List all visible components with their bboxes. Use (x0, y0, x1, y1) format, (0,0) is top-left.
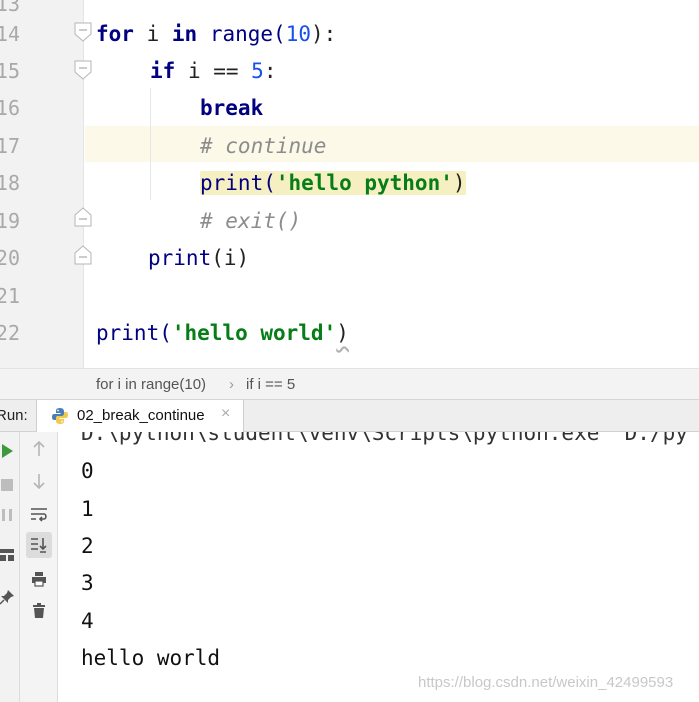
code-editor[interactable]: 13 14 15 16 17 18 19 20 21 22 for i in r… (0, 0, 699, 368)
console-output-line: 2 (81, 534, 94, 558)
current-line-highlight (85, 126, 699, 162)
run-console-toolbar (20, 432, 58, 702)
line-number: 13 (0, 0, 20, 16)
console-output-line: 4 (81, 609, 94, 633)
line-number: 16 (0, 96, 20, 120)
play-icon (0, 443, 14, 459)
console-output-line: 3 (81, 571, 94, 595)
code-line-15[interactable]: if i == 5: (150, 57, 276, 85)
line-number: 22 (0, 321, 20, 345)
line-number: 17 (0, 134, 20, 158)
soft-wrap-button[interactable] (26, 502, 52, 528)
code-token: print( (96, 321, 172, 345)
fold-open-icon[interactable] (74, 60, 92, 80)
stop-button[interactable] (0, 472, 20, 498)
code-token: print( (200, 171, 276, 195)
clear-all-button[interactable] (26, 598, 52, 624)
rerun-button[interactable] (0, 438, 20, 464)
run-primary-toolbar (0, 432, 20, 702)
close-tab-icon[interactable]: × (221, 405, 230, 423)
run-tab[interactable]: 02_break_continue × (36, 400, 244, 432)
breadcrumb: for i in range(10) › if i == 5 (0, 368, 699, 400)
code-token: i == (175, 59, 252, 83)
line-number: 21 (0, 284, 20, 308)
code-line-20[interactable]: print(i) (148, 244, 249, 272)
console-output-line: 1 (81, 497, 94, 521)
indent-guide (150, 88, 151, 200)
editor-gutter: 13 14 15 16 17 18 19 20 21 22 (0, 0, 84, 368)
line-number: 14 (0, 22, 20, 46)
scroll-to-end-button[interactable] (26, 532, 52, 558)
console-command-line: D:\python\student\venv\Scripts\python.ex… (81, 432, 688, 445)
fold-open-icon[interactable] (74, 22, 92, 42)
soft-wrap-icon (30, 507, 48, 523)
breadcrumb-item[interactable]: for i in range(10) (96, 376, 206, 393)
highlighted-statement: print('hello python') (200, 171, 466, 195)
code-token: (i) (211, 246, 250, 270)
scroll-to-end-icon (30, 537, 48, 553)
pin-icon (0, 589, 15, 605)
code-line-19[interactable]: # exit() (200, 207, 301, 235)
console-output-line: 0 (81, 459, 94, 483)
code-line-22[interactable]: print('hello world') (96, 319, 349, 347)
arrow-up-icon (32, 441, 46, 457)
code-line-16[interactable]: break (200, 94, 263, 122)
string-literal: 'hello python' (275, 171, 453, 195)
trash-icon (32, 603, 46, 619)
python-file-icon (51, 407, 69, 425)
scroll-up-button[interactable] (26, 436, 52, 462)
layout-button[interactable] (0, 542, 20, 568)
code-line-18[interactable]: print('hello python') (200, 169, 466, 197)
scroll-down-button[interactable] (26, 468, 52, 494)
arrow-down-icon (32, 473, 46, 489)
line-number: 20 (0, 246, 20, 270)
print-button[interactable] (26, 566, 52, 592)
breadcrumb-item[interactable]: if i == 5 (246, 376, 295, 393)
pause-button[interactable] (0, 502, 20, 528)
code-token: i (133, 22, 172, 46)
run-tab-label: 02_break_continue (77, 407, 205, 424)
code-token: ): (310, 22, 337, 46)
breadcrumb-separator: › (229, 376, 234, 393)
keyword: for (96, 22, 134, 46)
pin-button[interactable] (0, 584, 20, 610)
keyword: if (150, 59, 176, 83)
code-token: print (148, 246, 212, 270)
watermark-text: https://blog.csdn.net/weixin_42499593 (418, 674, 674, 691)
pause-icon (0, 508, 14, 522)
code-line-14[interactable]: for i in range(10): (96, 20, 336, 48)
print-icon (31, 571, 47, 587)
comment: # exit() (200, 209, 302, 233)
run-tool-window-header: Run: 02_break_continue × (0, 400, 699, 432)
run-console-output[interactable]: D:\python\student\venv\Scripts\python.ex… (59, 432, 699, 702)
fold-close-icon[interactable] (74, 245, 92, 265)
string-literal: 'hello world' (171, 321, 337, 345)
line-number: 19 (0, 209, 20, 233)
code-token: : (263, 59, 277, 83)
code-token: ) (336, 321, 349, 345)
code-token: ) (452, 171, 466, 195)
fold-close-icon[interactable] (74, 207, 92, 227)
number-literal: 5 (251, 59, 264, 83)
run-label: Run: (0, 407, 28, 424)
line-number: 18 (0, 171, 20, 195)
stop-icon (0, 478, 14, 492)
code-line-17[interactable]: # continue (200, 132, 326, 160)
number-literal: 10 (285, 22, 311, 46)
layout-icon (0, 548, 15, 562)
console-output-line: hello world (81, 646, 221, 670)
line-number: 15 (0, 59, 20, 83)
keyword: break (200, 96, 264, 120)
keyword: in (171, 22, 198, 46)
code-token: range( (197, 22, 286, 46)
comment: # continue (200, 134, 327, 158)
